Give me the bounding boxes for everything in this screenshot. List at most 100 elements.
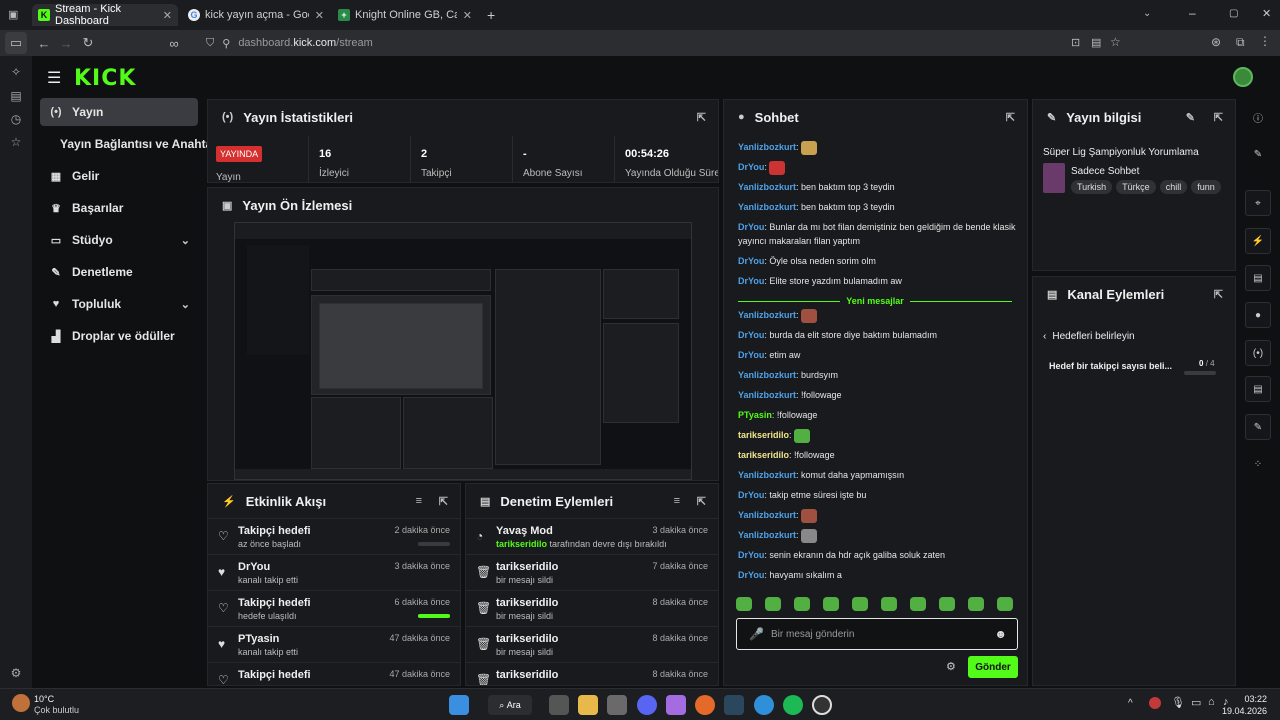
chat-message[interactable]: tarikseridilo: <box>738 428 1018 443</box>
chat-message[interactable]: DrYou: <box>738 160 1018 175</box>
list-item[interactable]: ♥ DrYou kanalı takip etti 3 dakika önce <box>208 554 460 590</box>
emote-button[interactable] <box>736 597 752 611</box>
chat-message[interactable]: Yanlizbozkurt: komut daha yapmamışsın <box>738 468 1018 482</box>
sidebar-item-studyo[interactable]: ▭ Stüdyo ⌄ <box>40 226 198 254</box>
chat-username[interactable]: DrYou <box>738 330 764 340</box>
chat-message[interactable]: Yanlizbozkurt: <box>738 140 1018 155</box>
chat-message[interactable]: Yanlizbozkurt: burdsyım <box>738 368 1018 382</box>
chat-username[interactable]: PTyasin <box>738 410 772 420</box>
chat-username[interactable]: DrYou <box>738 162 764 172</box>
emote-button[interactable] <box>794 597 810 611</box>
chat-message[interactable]: DrYou: etim aw <box>738 348 1018 362</box>
minimize-icon[interactable]: – <box>1189 6 1196 20</box>
emote-button[interactable] <box>910 597 926 611</box>
goal-item[interactable]: Hedef bir takipçi sayısı beli... 0 / 4 <box>1049 359 1229 383</box>
chat-username[interactable]: Yanlizbozkurt <box>738 370 796 380</box>
edit-pencil-icon[interactable]: ✎ <box>1186 111 1195 124</box>
tag[interactable]: chill <box>1159 180 1188 194</box>
chat-username[interactable]: tarikseridilo <box>738 430 789 440</box>
emoji-icon[interactable]: ☻ <box>994 627 1007 641</box>
menu-dots-icon[interactable]: ⋮ <box>1259 34 1271 48</box>
tab-google-search[interactable]: G kick yayın açma - Google'da Ara ✕ <box>182 4 330 26</box>
list-item[interactable]: ♡ Takipçi hedefi az önce başladı 2 dakik… <box>208 518 460 554</box>
site-settings-icon[interactable]: ⚲ <box>222 37 230 50</box>
extension-puzzle-icon[interactable]: ⧉ <box>1236 35 1245 50</box>
tag[interactable]: Türkçe <box>1116 180 1156 194</box>
tag[interactable]: funn <box>1191 180 1221 194</box>
discord-icon[interactable] <box>637 695 657 715</box>
list-item[interactable]: 🗑 tarikseridilo 8 dakika önce <box>466 662 718 685</box>
clock-date[interactable]: 19.04.2026 <box>1213 706 1267 716</box>
taskbar-search[interactable]: ⌕ Ara <box>488 695 532 715</box>
list-item[interactable]: ♥ PTyasin kanalı takip etti 47 dakika ön… <box>208 626 460 662</box>
chat-message[interactable]: Yanlizbozkurt: <box>738 528 1018 543</box>
list-item[interactable]: 🗑 tarikseridilo bir mesajı sildi 8 dakik… <box>466 626 718 662</box>
emote-button[interactable] <box>823 597 839 611</box>
list-item[interactable]: 🗑 tarikseridilo bir mesajı sildi 8 dakik… <box>466 590 718 626</box>
tab-list-icon[interactable]: ⌄ <box>1143 8 1151 19</box>
steam-icon[interactable] <box>724 695 744 715</box>
chat-message[interactable]: Yanlizbozkurt: ben baktım top 3 teydin <box>738 200 1018 214</box>
chat-username[interactable]: Yanlizbozkurt <box>738 470 796 480</box>
sidebar-item-gelir[interactable]: ▦ Gelir <box>40 162 198 190</box>
address-bar[interactable]: ⛉ ⚲ dashboard. kick.com/stream <box>206 33 1126 53</box>
forward-icon[interactable]: → <box>55 32 77 54</box>
list-item[interactable]: ♡ Takipçi hedefi hedefe ulaşıldı 6 dakik… <box>208 590 460 626</box>
tab-knight-online[interactable]: + Knight Online GB, Cash ve İtem ✕ <box>332 4 478 26</box>
list-item[interactable]: 🗑 tarikseridilo bir mesajı sildi 7 dakik… <box>466 554 718 590</box>
chat-message[interactable]: DrYou: havyamı sıkalım a <box>738 568 1018 582</box>
chat-message[interactable]: PTyasin: !followage <box>738 408 1018 422</box>
popout-icon[interactable]: ⇱ <box>697 111 706 124</box>
history-icon[interactable]: ◷ <box>9 112 23 126</box>
chat-bubble-icon[interactable]: ● <box>1245 302 1271 328</box>
ai-sparkle-icon[interactable]: ✧ <box>9 65 23 79</box>
vpn-icon[interactable]: ⊛ <box>1211 35 1221 49</box>
tab-actions-icon[interactable]: ▣ <box>8 8 18 21</box>
popout-icon[interactable]: ⇱ <box>697 495 706 508</box>
reload-icon[interactable]: ↻ <box>77 32 99 54</box>
wrench-icon[interactable]: ✎ <box>1245 414 1271 440</box>
sidebar-item-denetleme[interactable]: ✎ Denetleme <box>40 258 198 286</box>
emote-button[interactable] <box>997 597 1013 611</box>
bookmarks-icon[interactable]: ☆ <box>9 135 23 149</box>
chat-username[interactable]: DrYou <box>738 256 764 266</box>
chat-settings-icon[interactable]: ⚙ <box>946 660 956 673</box>
send-button[interactable]: Gönder <box>968 656 1018 678</box>
chat-message[interactable]: tarikseridilo: !followage <box>738 448 1018 462</box>
chat-username[interactable]: DrYou <box>738 570 764 580</box>
reader-icon[interactable]: ▤ <box>1091 36 1101 49</box>
chat-message[interactable]: Yanlizbozkurt: <box>738 308 1018 323</box>
chat-username[interactable]: Yanlizbozkurt <box>738 510 796 520</box>
filter-icon[interactable]: ≡ <box>416 495 422 507</box>
display-icon[interactable]: ▭ <box>1191 696 1201 709</box>
chat-message[interactable]: DrYou: Elite store yazdım bulamadım aw <box>738 274 1018 288</box>
reading-list-icon[interactable]: ▤ <box>9 89 23 103</box>
emote-button[interactable] <box>939 597 955 611</box>
tag[interactable]: Turkish <box>1071 180 1113 194</box>
sidebar-item-topluluk[interactable]: ♥ Topluluk ⌄ <box>40 290 198 318</box>
close-icon[interactable]: ✕ <box>309 9 324 22</box>
edit-pencil-icon[interactable]: ✎ <box>1245 141 1271 167</box>
copilot-icon[interactable] <box>666 695 686 715</box>
broadcast-icon[interactable]: (•) <box>1245 340 1271 366</box>
chat-username[interactable]: tarikseridilo <box>738 450 789 460</box>
list-item[interactable]: ♡ Takipçi hedefi 47 dakika önce <box>208 662 460 685</box>
file-explorer-icon[interactable] <box>578 695 598 715</box>
weather-icon[interactable] <box>12 694 30 712</box>
dashboard-icon[interactable]: ▤ <box>1245 376 1271 402</box>
close-icon[interactable]: ✕ <box>157 9 172 22</box>
focus-icon[interactable]: ⌖ <box>1245 190 1271 216</box>
goals-back-link[interactable]: ‹ Hedefleri belirleyin <box>1043 331 1135 342</box>
popout-icon[interactable]: ⇱ <box>1006 111 1015 124</box>
chat-username[interactable]: Yanlizbozkurt <box>738 182 796 192</box>
obs-icon[interactable] <box>812 695 832 715</box>
chat-message[interactable]: DrYou: Öyle olsa neden sorim olm <box>738 254 1018 268</box>
mic-icon[interactable]: 🎤 <box>749 627 764 641</box>
edge-icon[interactable] <box>754 695 774 715</box>
tab-kick-dashboard[interactable]: K Stream - Kick Dashboard ✕ <box>32 3 178 27</box>
stream-preview-video[interactable] <box>234 222 692 480</box>
chat-username[interactable]: DrYou <box>738 222 764 232</box>
chat-username[interactable]: Yanlizbozkurt <box>738 530 796 540</box>
chat-username[interactable]: Yanlizbozkurt <box>738 202 796 212</box>
list-item[interactable]: ◔ Yavaş Mod tarikseridilo tarafından dev… <box>466 518 718 554</box>
